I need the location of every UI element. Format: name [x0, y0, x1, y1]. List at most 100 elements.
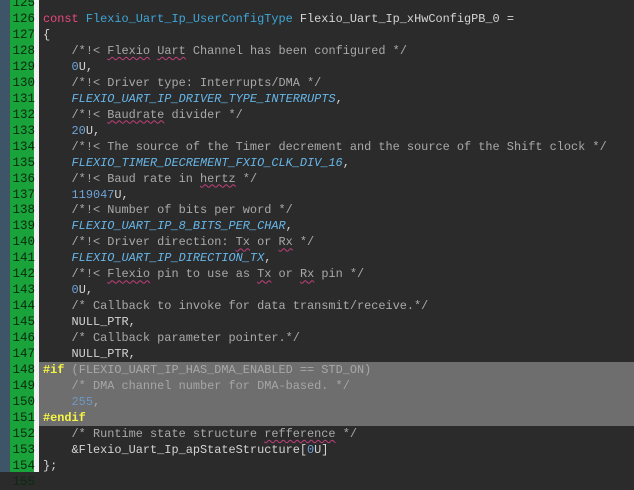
code-text: NULL_PTR, — [43, 314, 136, 330]
code-text: #endif — [43, 410, 86, 426]
code-token: /*!< Number of bits per word */ — [43, 203, 293, 218]
line-number: 152 — [12, 426, 35, 441]
code-token: Tx — [257, 267, 272, 282]
code-line[interactable]: 146 /* Callback parameter pointer.*/ — [12, 330, 634, 346]
code-line[interactable]: 129 0U, — [12, 59, 634, 75]
code-token: /*!< Driver type: Interrupts/DMA */ — [43, 75, 322, 90]
code-text: /* Callback parameter pointer.*/ — [43, 330, 300, 346]
code-line[interactable]: 143 0U, — [12, 282, 634, 298]
code-token: Rx — [278, 235, 293, 250]
line-number: 154 — [12, 458, 35, 473]
line-number: 151 — [12, 410, 35, 425]
overview-ruler — [0, 0, 10, 472]
code-token: FLEXIO_TIMER_DECREMENT_FXIO_CLK_DIV_16 — [71, 155, 343, 170]
code-line[interactable]: 149 /* DMA channel number for DMA-based.… — [12, 378, 634, 395]
code-token: Channel has been configured */ — [185, 43, 407, 58]
line-number: 134 — [12, 139, 35, 154]
code-line[interactable]: 128 /*!< Flexio Uart Channel has been co… — [12, 43, 634, 59]
line-number: 137 — [12, 187, 35, 202]
line-number: 135 — [12, 155, 35, 170]
code-line[interactable]: 139 FLEXIO_UART_IP_8_BITS_PER_CHAR, — [12, 218, 634, 234]
code-line[interactable]: 137 119047U, — [12, 187, 634, 203]
line-number: 143 — [12, 283, 35, 298]
code-line[interactable]: 135 FLEXIO_TIMER_DECREMENT_FXIO_CLK_DIV_… — [12, 155, 634, 171]
code-token: /* Callback parameter pointer.*/ — [43, 331, 300, 346]
code-line[interactable]: 132 /*!< Baudrate divider */ — [12, 107, 634, 123]
line-number: 133 — [12, 123, 35, 138]
code-token: Flexio — [107, 43, 151, 58]
line-number: 125 — [12, 0, 35, 10]
code-line[interactable]: 126 const Flexio_Uart_Ip_UserConfigType F… — [12, 11, 634, 27]
code-line[interactable]: 138 /*!< Number of bits per word */ — [12, 202, 634, 218]
code-line[interactable]: 147 NULL_PTR, — [12, 346, 634, 362]
code-token: (FLEXIO_UART_IP_HAS_DMA_ENABLED == STD_O… — [64, 363, 372, 378]
code-line[interactable]: 144 /* Callback to invoke for data trans… — [12, 298, 634, 314]
line-number: 136 — [12, 171, 35, 186]
line-number: 127 — [12, 27, 35, 42]
code-line[interactable]: 155 — [12, 474, 634, 490]
code-editor[interactable]: 125 126 const Flexio_Uart_Ip_UserConfigTyp… — [12, 0, 634, 489]
code-text: /*!< Driver direction: Tx or Rx */ — [43, 234, 315, 250]
code-line[interactable]: 131 FLEXIO_UART_IP_DRIVER_TYPE_INTERRUPT… — [12, 91, 634, 107]
code-line[interactable]: 127 { — [12, 27, 634, 43]
code-token: { — [43, 27, 51, 42]
code-line[interactable]: 141 FLEXIO_UART_IP_DIRECTION_TX, — [12, 250, 634, 266]
code-token: /*!< Driver direction: — [43, 235, 236, 250]
code-token: refference — [264, 426, 336, 441]
code-text: /*!< Number of bits per word */ — [43, 202, 293, 218]
code-text: /* Runtime state structure refference */ — [43, 426, 357, 442]
code-token: or — [271, 267, 300, 282]
code-line[interactable]: 145 NULL_PTR, — [12, 314, 634, 330]
code-text: /*!< Flexio pin to use as Tx or Rx pin *… — [43, 266, 365, 282]
code-line[interactable]: 150 255, — [12, 394, 634, 410]
code-token: /* DMA channel number for DMA-based. */ — [43, 379, 350, 394]
line-number: 131 — [12, 91, 35, 106]
line-number: 140 — [12, 235, 35, 250]
code-line[interactable]: 148 #if (FLEXIO_UART_IP_HAS_DMA_ENABLED =… — [12, 362, 634, 379]
code-token: #endif — [43, 410, 86, 425]
code-line[interactable]: 125 — [12, 0, 634, 11]
code-line[interactable]: 151 #endif — [12, 409, 634, 426]
code-text: /* DMA channel number for DMA-based. */ — [43, 378, 350, 394]
code-line[interactable]: 130 /*!< Driver type: Interrupts/DMA */ — [12, 75, 634, 91]
code-text: /*!< The source of the Timer decrement a… — [43, 139, 607, 155]
code-token: , — [285, 219, 293, 234]
code-text: &Flexio_Uart_Ip_apStateStructure[0U] — [43, 442, 329, 458]
code-token: FLEXIO_UART_IP_8_BITS_PER_CHAR — [71, 219, 286, 234]
code-text: #if (FLEXIO_UART_IP_HAS_DMA_ENABLED == S… — [43, 362, 371, 378]
code-token: Rx — [299, 267, 315, 282]
code-text: const Flexio_Uart_Ip_UserConfigType Flex… — [43, 11, 514, 27]
code-token: U, — [85, 123, 101, 138]
code-token: Baudrate — [107, 107, 165, 122]
code-token: 20 — [71, 123, 86, 138]
code-line[interactable]: 152 /* Runtime state structure refferenc… — [12, 426, 634, 442]
code-line[interactable]: 142 /*!< Flexio pin to use as Tx or Rx p… — [12, 266, 634, 282]
code-token: /*!< — [43, 43, 108, 58]
line-number: 145 — [12, 315, 35, 330]
code-line[interactable]: 140 /*!< Driver direction: Tx or Rx */ — [12, 234, 634, 250]
code-token: 119047 — [71, 187, 115, 202]
code-token: , — [335, 91, 343, 106]
code-text: { — [43, 27, 50, 43]
line-number: 142 — [12, 267, 35, 282]
code-text: }; — [43, 458, 57, 474]
code-line[interactable]: 133 20U, — [12, 123, 634, 139]
code-token: , — [342, 155, 350, 170]
line-number: 144 — [12, 299, 35, 314]
code-token: */ — [292, 235, 315, 250]
line-number: 132 — [12, 107, 35, 122]
code-line[interactable]: 153 &Flexio_Uart_Ip_apStateStructure[0U] — [12, 442, 634, 458]
code-text: FLEXIO_UART_IP_DRIVER_TYPE_INTERRUPTS, — [43, 91, 343, 107]
code-token: /*!< — [43, 107, 108, 122]
line-number: 130 — [12, 75, 35, 90]
code-line[interactable]: 136 /*!< Baud rate in hertz */ — [12, 171, 634, 187]
code-line[interactable]: 134 /*!< The source of the Timer decreme… — [12, 139, 634, 155]
line-number: 129 — [12, 59, 35, 74]
code-token: /* Callback to invoke for data transmit/… — [43, 299, 429, 314]
code-line[interactable]: 154}; — [12, 458, 634, 474]
